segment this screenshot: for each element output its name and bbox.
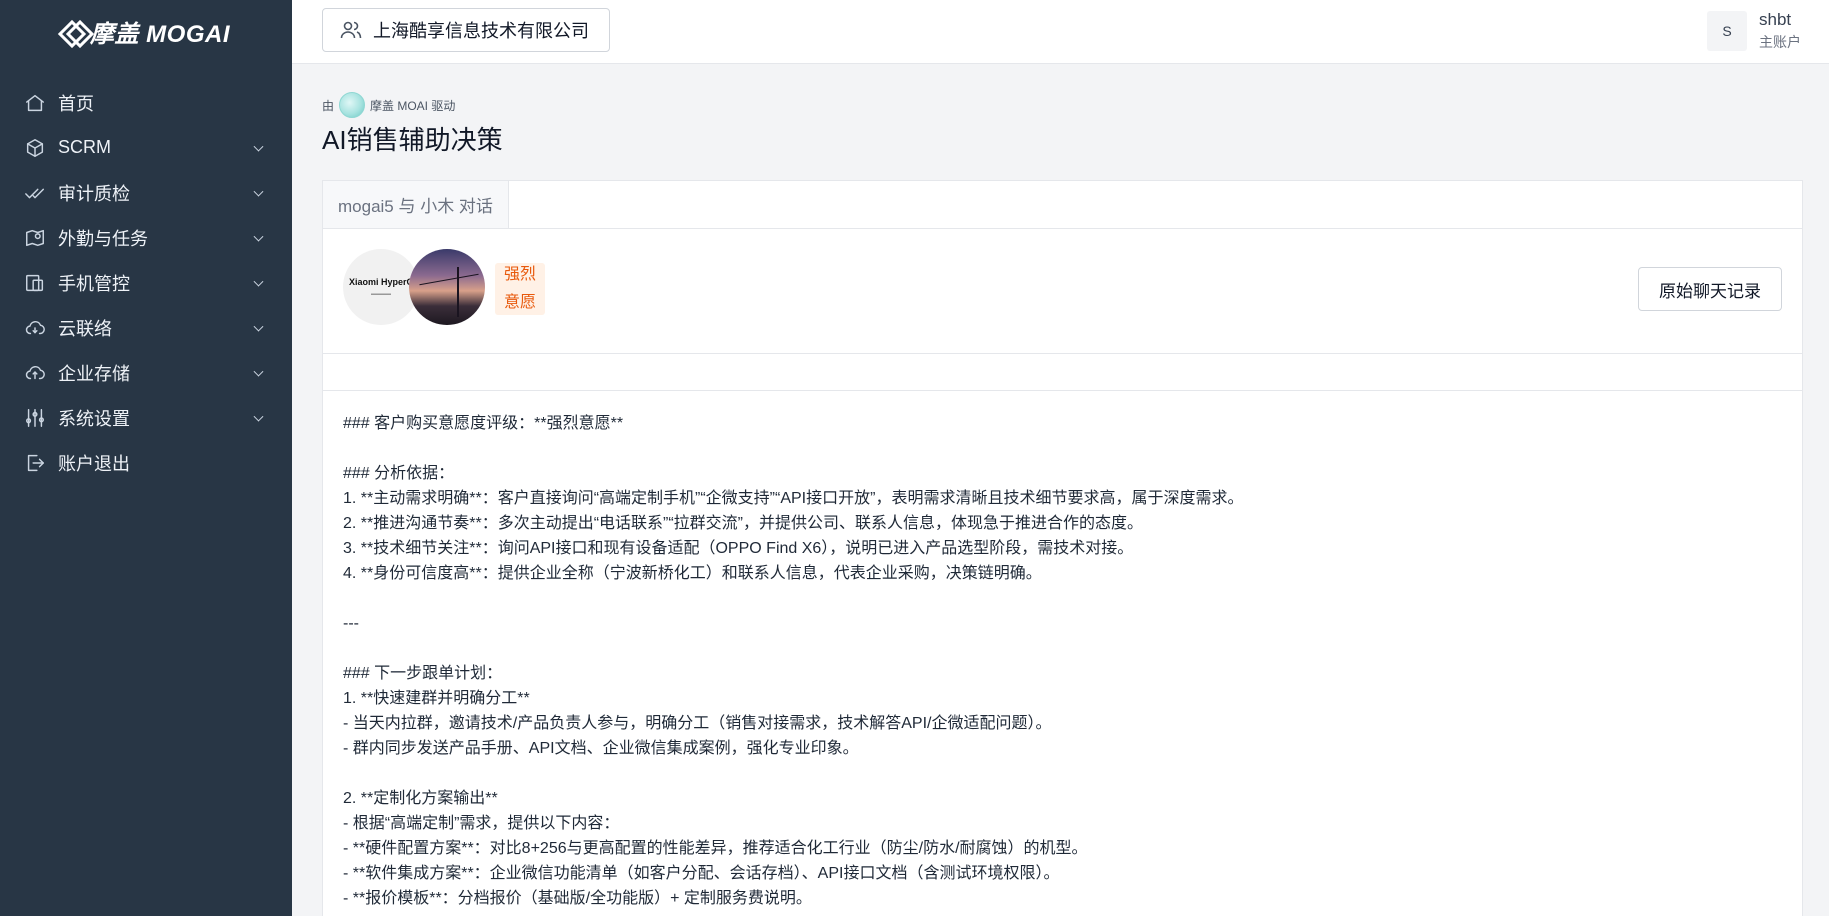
sidebar-item-enterprise-storage[interactable]: 企业存储 [0,350,292,395]
sidebar-item-label: 外勤与任务 [58,228,148,249]
analysis-line: 4. **身份可信度高**：提供企业全称（宁波新桥化工）和联系人信息，代表企业采… [343,565,1042,582]
chevron-down-icon [253,411,264,422]
chevron-down-icon [253,321,264,332]
sidebar-item-scrm[interactable]: SCRM [0,125,292,170]
chat-history-button[interactable]: 原始聊天记录 [1638,267,1782,311]
sidebar-item-home[interactable]: 首页 [0,80,292,125]
chevron-down-icon [253,366,264,377]
analysis-line [343,761,1782,786]
analysis-line [343,586,1782,611]
sidebar-item-audit[interactable]: 审计质检 [0,170,292,215]
cube-icon [24,137,46,159]
sidebar-item-label: 云联络 [58,318,112,339]
chevron-down-icon [253,276,264,287]
sidebar-item-label: 账户退出 [58,453,130,474]
brand-name: 摩盖 MOGAI [90,20,230,48]
conversation-info: Xiaomi HyperC ▬▬▬▬ 强烈意愿 原始聊天记录 [323,229,1802,354]
divider-row [323,354,1802,391]
moai-logo-icon [339,92,366,118]
tab-conversation[interactable]: mogai5 与 小木 对话 [323,181,509,228]
chevron-down-icon [253,141,264,152]
sidebar: 摩盖 MOGAI 首页 SCRM 审计质检 外勤与任务 手机管控 云联络 企业存… [0,0,292,916]
analysis-line: - 群内同步发送产品手册、API文档、企业微信集成案例，强化专业印象。 [343,740,859,757]
analysis-line: - **软件集成方案**：企业微信功能清单（如客户分配、会话存档）、API接口文… [343,865,1060,882]
analysis-line: - 当天内拉群，邀请技术/产品负责人参与，明确分工（销售对接需求，技术解答API… [343,715,1052,732]
home-icon [24,92,46,114]
sidebar-item-phone-control[interactable]: 手机管控 [0,260,292,305]
analysis-line: --- [343,615,359,632]
intent-badge: 强烈意愿 [495,263,545,315]
sidebar-item-label: 企业存储 [58,363,130,384]
analysis-line: 1. **主动需求明确**：客户直接询问“高端定制手机”“企微支持”“API接口… [343,490,1244,507]
analysis-line: 1. **快速建群并明确分工** [343,690,530,707]
chevron-down-icon [253,231,264,242]
powered-by: 由 摩盖 MOAI 驱动 [322,92,455,118]
sidebar-nav: 首页 SCRM 审计质检 外勤与任务 手机管控 云联络 企业存储 系统设置 账户… [0,80,292,485]
brand-logo[interactable]: 摩盖 MOGAI [0,0,292,62]
powered-prefix: 由 [322,98,335,113]
avatar: S [1707,11,1747,51]
brand-avatar: Xiaomi HyperC ▬▬▬▬ [343,249,419,325]
sliders-icon [24,407,46,429]
chevron-down-icon [253,186,264,197]
analysis-line: 2. **定制化方案输出** [343,790,498,807]
analysis-content: ### 客户购买意愿度评级：**强烈意愿** ### 分析依据： 1. **主动需求… [323,391,1802,916]
analysis-line: - 根据“高端定制”需求，提供以下内容： [343,815,620,832]
sidebar-item-cloud-contact[interactable]: 云联络 [0,305,292,350]
company-switcher-button[interactable]: 上海酷享信息技术有限公司 [322,8,610,52]
sidebar-item-field-tasks[interactable]: 外勤与任务 [0,215,292,260]
analysis-line [343,636,1782,661]
sidebar-item-label: 系统设置 [58,408,130,429]
contact-avatar [409,249,485,325]
sidebar-item-label: SCRM [58,137,111,157]
top-header: 上海酷享信息技术有限公司 S shbt 主账户 [292,0,1829,64]
tab-bar: mogai5 与 小木 对话 [323,181,1802,229]
brand-avatar-subtext-icon: ▬▬▬▬ [371,291,391,297]
sidebar-item-system-settings[interactable]: 系统设置 [0,395,292,440]
logout-icon [24,452,46,474]
map-pin-icon [24,227,46,249]
avatar-pole-graphic [457,267,459,317]
analysis-line [343,436,1782,461]
page-title: AI销售辅助决策 [322,125,503,155]
logo-mark-icon [62,20,84,42]
phone-icon [24,272,46,294]
brand-avatar-text: Xiaomi HyperC [348,277,414,287]
analysis-line: ### 下一步跟单计划： [343,665,503,682]
powered-text: 摩盖 MOAI 驱动 [370,98,456,113]
user-menu[interactable]: S shbt 主账户 [1707,10,1801,52]
users-icon [340,21,362,39]
analysis-panel: mogai5 与 小木 对话 Xiaomi HyperC ▬▬▬▬ 强烈意愿 原… [322,180,1803,916]
check-double-icon [24,182,46,204]
cloud-icon [24,317,46,339]
user-name: shbt [1759,10,1792,29]
sidebar-item-label: 手机管控 [58,273,130,294]
cloud-upload-icon [24,362,46,384]
sidebar-item-logout[interactable]: 账户退出 [0,440,292,485]
analysis-line: ### 客户购买意愿度评级：**强烈意愿** [343,415,624,432]
user-role: 主账户 [1759,34,1801,50]
user-meta: shbt 主账户 [1759,10,1801,52]
analysis-line: 3. **技术细节关注**：询问API接口和现有设备适配（OPPO Find X… [343,540,1134,557]
analysis-line: ### 分析依据： [343,465,455,482]
avatar-wire-graphic [419,273,479,286]
analysis-line: - **硬件配置方案**：对比8+256与更高配置的性能差异，推荐适合化工行业（… [343,840,1088,857]
analysis-line: 2. **推进沟通节奏**：多次主动提出“电话联系”“拉群交流”，并提供公司、联… [343,515,1144,532]
company-name: 上海酷享信息技术有限公司 [373,21,589,41]
sidebar-item-label: 首页 [58,93,94,114]
sidebar-item-label: 审计质检 [58,183,130,204]
analysis-line: - **报价模板**：分档报价（基础版/全功能版）+ 定制服务费说明。 [343,890,812,907]
